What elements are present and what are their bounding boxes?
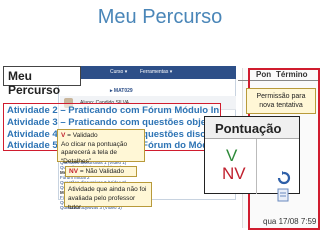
callout-v-rest: = Validado <box>65 132 98 139</box>
refresh-icon[interactable] <box>276 170 292 186</box>
lms-top-bar: Curso ▾ Ferramentas ▾ <box>58 66 236 79</box>
slide-title: Meu Percurso <box>97 6 223 28</box>
document-icon[interactable] <box>276 188 290 202</box>
callout-v-body: Ao clicar na pontuação aparecerá a tela … <box>61 140 128 165</box>
score-validated[interactable]: V <box>226 146 237 166</box>
callout-not-validated-description: Atividade que ainda não foi avaliada pel… <box>64 182 152 211</box>
activity-link[interactable]: Atividade 3 – Praticando com questões ob… <box>7 117 219 128</box>
score-not-validated: NV <box>222 164 246 183</box>
callout-validated: V = Validado Ao clicar na pontuação apar… <box>57 129 145 165</box>
score-divider <box>256 139 257 194</box>
callout-not-validated: NV = Não Validado <box>65 166 137 177</box>
score-panel-header: Pontuação <box>205 117 299 139</box>
nav-course[interactable]: Curso ▾ <box>110 69 127 75</box>
activity-link[interactable]: Atividade 2 – Praticando com Fórum Módul… <box>7 105 219 116</box>
callout-nv-rest: = Não Validado <box>78 168 124 175</box>
nav-tools[interactable]: Ferramentas ▾ <box>140 69 172 75</box>
page-label: Meu Percurso <box>3 66 81 97</box>
callout-nv-key: NV <box>69 168 79 175</box>
breadcrumb[interactable]: ▸ MAT029 <box>110 88 133 94</box>
callout-permission: Permissão para nova tentativa <box>246 88 316 114</box>
